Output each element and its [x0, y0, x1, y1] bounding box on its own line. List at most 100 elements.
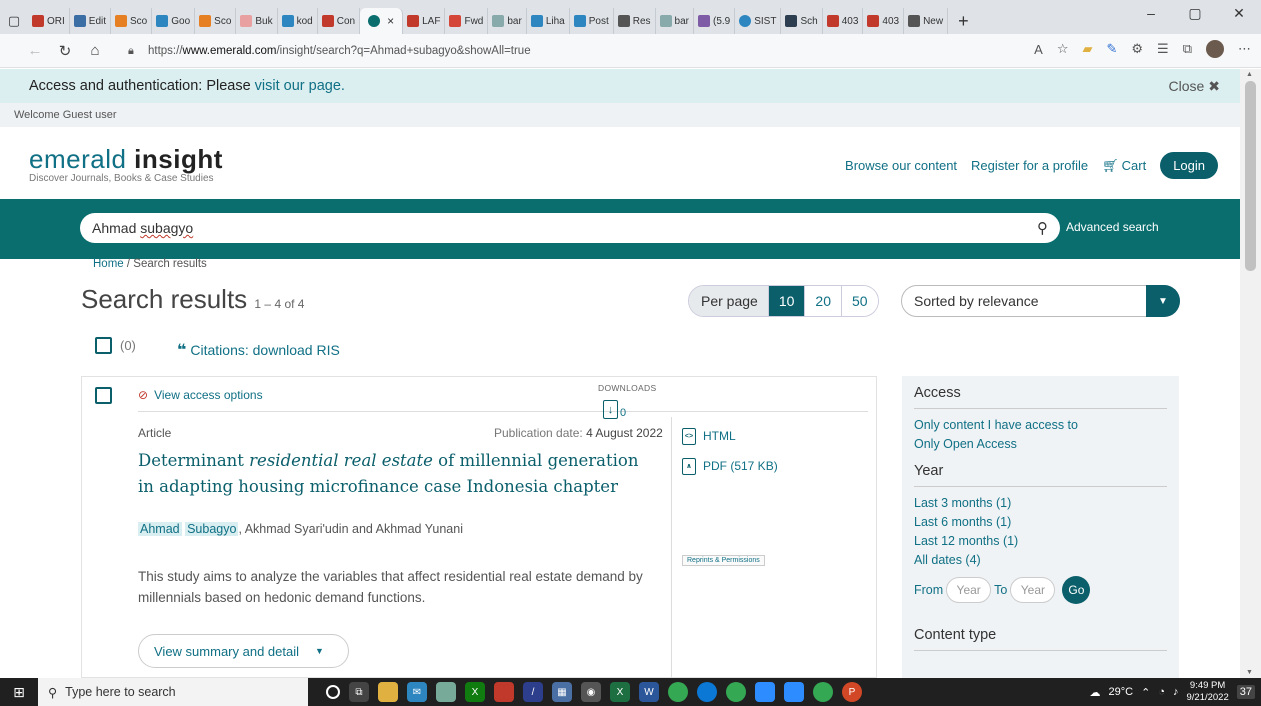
weather-icon[interactable]: ☁ — [1090, 686, 1101, 699]
zoom-icon[interactable] — [784, 682, 804, 702]
browser-tab[interactable]: LAF — [403, 8, 446, 34]
go-button[interactable]: Go — [1062, 576, 1091, 604]
scroll-up-icon[interactable]: ▲ — [1246, 71, 1253, 78]
camera-icon[interactable]: ◉ — [581, 682, 601, 702]
windows-start-icon[interactable]: ⊞ — [0, 678, 38, 706]
notifications-icon[interactable]: 37 — [1236, 685, 1255, 699]
calculator-icon[interactable]: ▦ — [552, 682, 572, 702]
facet-year-item[interactable]: Last 12 months (1) — [914, 532, 1167, 551]
facet-year-item[interactable]: Last 3 months (1) — [914, 494, 1167, 513]
file-explorer-icon[interactable] — [378, 682, 398, 702]
select-all-checkbox[interactable] — [95, 337, 112, 354]
advanced-search-link[interactable]: Advanced search — [1066, 220, 1159, 234]
breadcrumb-home[interactable]: Home — [93, 258, 124, 270]
citations-link[interactable]: ❝ Citations: download RIS — [177, 340, 340, 360]
minimize-icon[interactable]: – — [1129, 0, 1173, 26]
browser-tab[interactable]: bar — [488, 8, 527, 34]
facet-year-item[interactable]: All dates (4) — [914, 551, 1167, 570]
register-profile-link[interactable]: Register for a profile — [971, 158, 1088, 173]
extensions-icon[interactable]: ⚙ — [1131, 41, 1143, 57]
browser-tab[interactable]: Goo — [152, 8, 196, 34]
close-window-icon[interactable]: ✕ — [1217, 0, 1261, 26]
search-icon[interactable]: ⚲ — [1037, 219, 1048, 237]
excel-icon[interactable]: X — [610, 682, 630, 702]
view-access-options-link[interactable]: ⊘ View access options — [138, 388, 263, 402]
browser-tab[interactable]: Sch — [781, 8, 823, 34]
url-field[interactable]: 🔒︎ https://www.emerald.com/insight/searc… — [128, 41, 918, 61]
clock[interactable]: 9:49 PM 9/21/2022 — [1186, 680, 1228, 704]
browse-content-link[interactable]: Browse our content — [845, 158, 957, 173]
browser-tab[interactable]: Sco — [111, 8, 153, 34]
app-icon[interactable] — [494, 682, 514, 702]
search-input[interactable]: Ahmad subagyo ⚲ — [80, 213, 1060, 243]
chrome-icon[interactable] — [813, 682, 833, 702]
notice-link[interactable]: visit our page. — [255, 78, 345, 94]
zoom-icon[interactable] — [755, 682, 775, 702]
app-icon[interactable] — [436, 682, 456, 702]
scroll-down-icon[interactable]: ▼ — [1246, 669, 1253, 676]
cart-link[interactable]: 🛒︎ Cart — [1102, 158, 1146, 174]
year-to-input[interactable]: Year — [1010, 577, 1056, 603]
year-from-input[interactable]: Year — [946, 577, 992, 603]
result-title-link[interactable]: Determinant residential real estate of m… — [138, 448, 648, 500]
edge-icon[interactable] — [697, 682, 717, 702]
browser-tab[interactable]: (5.9 — [694, 8, 736, 34]
chrome-icon[interactable] — [668, 682, 688, 702]
close-tab-icon[interactable]: × — [387, 14, 394, 28]
profile-avatar[interactable] — [1206, 40, 1224, 58]
task-view-icon[interactable]: ⧉ — [349, 682, 369, 702]
login-button[interactable]: Login — [1160, 152, 1218, 179]
more-menu-icon[interactable]: ⋯ — [1238, 41, 1251, 57]
browser-tab[interactable]: bar — [656, 8, 694, 34]
browser-tab[interactable]: 403 — [863, 8, 905, 34]
browser-tab[interactable]: 403 — [823, 8, 864, 34]
browser-tab[interactable]: Liha — [527, 8, 570, 34]
reprints-permissions-button[interactable]: Reprints & Permissions — [682, 555, 765, 566]
volume-icon[interactable]: ♪ — [1173, 686, 1179, 698]
per-page-20[interactable]: 20 — [804, 286, 841, 316]
tray-chevron-icon[interactable]: ⌃ — [1141, 686, 1150, 699]
scrollbar-thumb[interactable] — [1245, 81, 1256, 271]
close-notice-button[interactable]: Close ✖ — [1168, 78, 1220, 95]
back-icon[interactable]: ← — [20, 42, 50, 59]
browser-tab[interactable]: ORI — [28, 8, 70, 34]
weather-temp[interactable]: 29°C — [1109, 686, 1134, 698]
xbox-icon[interactable]: X — [465, 682, 485, 702]
favorite-icon[interactable]: ☆ — [1057, 41, 1069, 57]
site-logo[interactable]: emerald insight Discover Journals, Books… — [29, 144, 223, 184]
mail-icon[interactable]: ✉ — [407, 682, 427, 702]
result-checkbox[interactable] — [95, 387, 112, 404]
collections-folder-icon[interactable]: ▰ — [1082, 41, 1092, 57]
per-page-10[interactable]: 10 — [767, 286, 805, 316]
app-icon[interactable]: / — [523, 682, 543, 702]
browser-tab[interactable]: Fwd — [445, 8, 489, 34]
browser-tab[interactable]: Con — [318, 8, 361, 34]
page-scrollbar[interactable]: ▲ ▼ — [1240, 69, 1261, 678]
browser-tab[interactable]: Post — [570, 8, 614, 34]
collections-icon[interactable]: ⧉ — [1183, 41, 1192, 57]
powerpoint-icon[interactable]: P — [842, 682, 862, 702]
favorites-bar-icon[interactable]: ☰ — [1157, 41, 1169, 57]
taskbar-search-input[interactable]: ⚲ Type here to search — [38, 678, 308, 706]
word-icon[interactable]: W — [639, 682, 659, 702]
per-page-50[interactable]: 50 — [840, 286, 878, 316]
new-tab-button[interactable]: + — [948, 8, 979, 34]
facet-access-item[interactable]: Only content I have access to — [914, 416, 1167, 435]
browser-tab[interactable]: Sco — [195, 8, 237, 34]
home-icon[interactable]: ⌂ — [80, 42, 110, 59]
browser-tab[interactable]: Buk — [236, 8, 278, 34]
browser-tab[interactable]: Edit — [70, 8, 112, 34]
browser-tab[interactable]: SIST — [735, 8, 782, 34]
view-summary-button[interactable]: View summary and detail ▼ — [138, 634, 349, 668]
network-icon[interactable]: ◔ — [1158, 686, 1165, 698]
cortana-icon[interactable] — [326, 685, 340, 699]
author-highlight[interactable]: Subagyo — [185, 522, 239, 536]
tab-actions-icon[interactable]: ▢ — [0, 8, 28, 34]
browser-tab[interactable]: New — [904, 8, 949, 34]
facet-year-item[interactable]: Last 6 months (1) — [914, 513, 1167, 532]
browser-tab-active[interactable]: × — [360, 8, 404, 34]
author-highlight[interactable]: Ahmad — [138, 522, 182, 536]
pen-extension-icon[interactable]: ✎ — [1106, 41, 1117, 57]
pdf-link[interactable]: ∧ PDF (517 KB) — [682, 457, 778, 475]
facet-access-item[interactable]: Only Open Access — [914, 435, 1167, 454]
